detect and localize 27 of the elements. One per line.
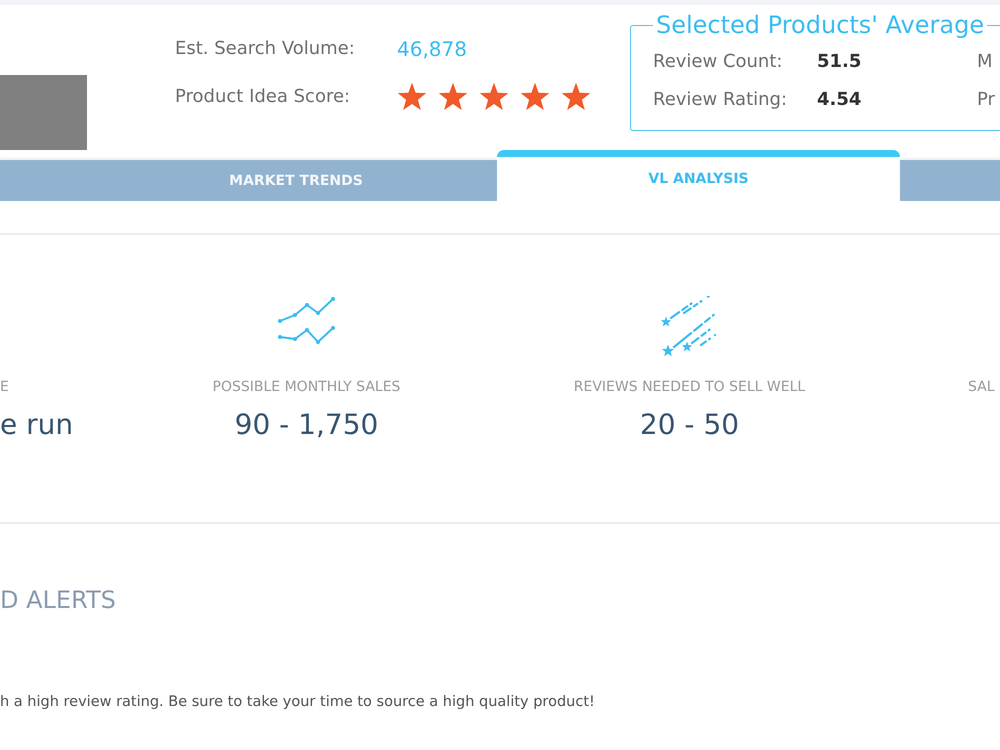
panel-title: Selected Products' Average (655, 11, 986, 39)
stat-value: 51.5 (817, 51, 862, 73)
stat-value: 4.54 (817, 89, 862, 111)
star-icon (438, 82, 468, 112)
metric-label: POSSIBLE MONTHLY SALES (212, 378, 400, 396)
stat-label: M (977, 51, 993, 73)
line-chart-icon (278, 296, 335, 345)
score-label: Product Idea Score: (175, 86, 352, 108)
stat-label: Review Rating: (653, 89, 788, 111)
tab[interactable]: MARKET TRENDS (0, 160, 497, 201)
metric-label: SAL (968, 378, 995, 396)
tab[interactable] (900, 160, 1000, 201)
metric-value: 20 - 50 (640, 408, 740, 442)
star-icon (561, 82, 591, 112)
search-volume-label: Est. Search Volume: (175, 38, 356, 60)
alert-message: h a high review rating. Be sure to take your time to source a high quality product! (0, 693, 595, 711)
stat-label: Review Count: (653, 51, 782, 73)
metric-label: E (0, 378, 9, 396)
star-icon (520, 82, 550, 112)
metric-value: e run (0, 408, 74, 442)
star-icon (479, 82, 509, 112)
search-volume-value: 46,878 (397, 38, 468, 60)
stat-label: Pr (977, 89, 995, 111)
metric-value: 90 - 1,750 (234, 408, 378, 442)
star-icon (397, 82, 427, 112)
section-heading: D ALERTS (0, 585, 116, 615)
metric-label: REVIEWS NEEDED TO SELL WELL (574, 378, 806, 396)
